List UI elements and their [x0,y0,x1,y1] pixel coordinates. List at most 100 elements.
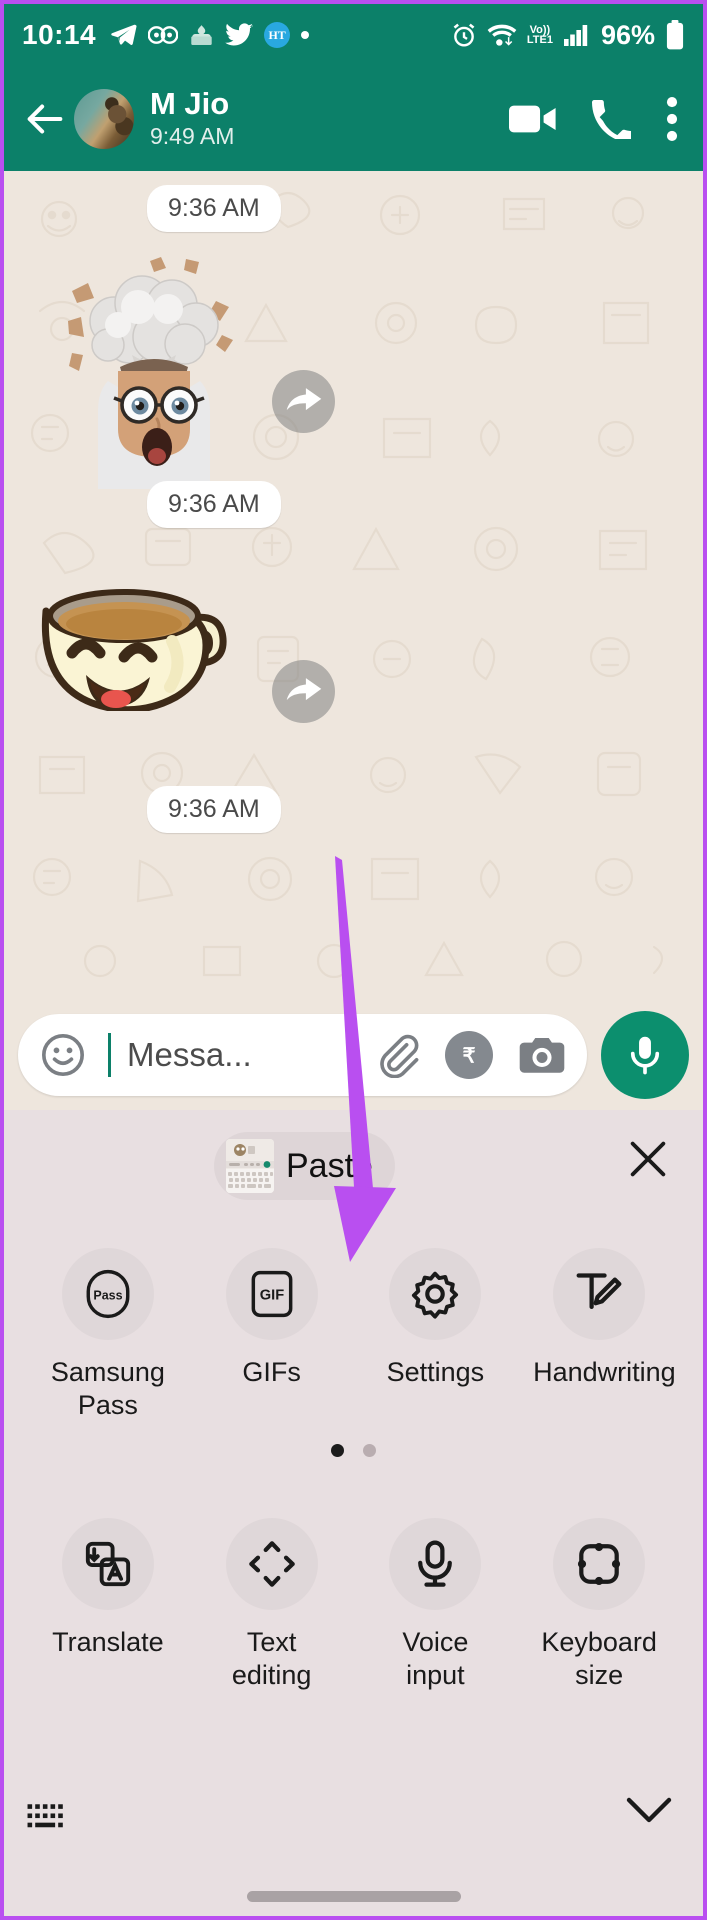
handwriting-icon [576,1273,622,1310]
status-bar-time: 10:14 [22,19,97,50]
contact-status: 9:49 AM [150,123,235,149]
voice-input-icon [418,1540,453,1587]
keyboard-panel-footer [4,1790,703,1860]
telegram-icon [111,24,137,45]
message-input-bar: Messa... ₹ [4,1000,703,1110]
collapse-keyboard-button[interactable] [623,1790,675,1835]
voice-record-button[interactable] [601,1011,689,1099]
keyboard-toolbar-grid: Pass Samsung Pass GIF GIFs Settings Hand… [4,1222,703,1692]
more-options-icon[interactable] [665,96,679,141]
attachment-icon[interactable] [375,1032,421,1078]
toolbar-item-voice-input[interactable]: Voice input [354,1518,518,1692]
forward-icon [286,677,321,700]
text-editing-icon-wrap [226,1518,318,1610]
text-cursor [108,1033,111,1077]
toolbar-item-settings[interactable]: Settings [354,1248,518,1422]
mosque-app-icon [191,24,212,45]
volte-bottom-label: LTE1 [526,34,553,46]
samsung-pass-icon-wrap: Pass [62,1248,154,1340]
toolbar-item-label: Handwriting [533,1357,676,1387]
emoji-icon[interactable] [40,1032,86,1078]
text-editing-icon [248,1541,295,1587]
microphone-icon [630,1036,660,1075]
toolbar-item-label: Keyboard size [541,1627,657,1690]
paste-label: Paste [286,1146,373,1185]
battery-percent-label: 96% [600,19,655,50]
phone-screen: 10:14 HT Vo)) LTE1 96% M Jio 9:49 AM 9:3… [4,4,703,1916]
gear-icon [412,1271,459,1319]
message-input-pill[interactable]: Messa... ₹ [18,1014,587,1096]
camera-icon[interactable] [519,1034,565,1076]
keyboard-button[interactable] [26,1798,72,1837]
chat-header-text[interactable]: M Jio 9:49 AM [150,86,234,151]
status-bar-notification-icons: HT [109,21,310,49]
clipboard-suggestion-row: Paste [4,1110,703,1222]
translate-icon-wrap [62,1518,154,1610]
rupee-payment-icon[interactable]: ₹ [445,1031,493,1079]
keyboard-toolbar-panel: Paste Pass Samsung Pass GIF GIFs Setting… [4,1110,703,1916]
svg-text:₹: ₹ [462,1045,475,1068]
keyboard-size-icon [578,1542,621,1586]
wifi-icon [487,24,517,46]
keyboard-toolbar-row: Pass Samsung Pass GIF GIFs Settings Hand… [26,1248,681,1422]
google-voice-icon [148,26,179,44]
alarm-icon [453,23,475,47]
page-dot[interactable] [363,1444,376,1457]
close-icon [630,1141,666,1177]
page-dot-active[interactable] [331,1444,344,1457]
arrow-left-icon [27,104,63,133]
chevron-down-icon [626,1797,672,1823]
handwriting-icon-wrap [553,1248,645,1340]
toolbar-item-label: Text editing [231,1627,312,1690]
samsung-pass-icon: Pass [86,1269,130,1319]
status-bar-system-icons: Vo)) LTE1 96% [451,20,685,51]
toolbar-item-label: GIFs [242,1357,301,1387]
signal-bars-icon [563,25,588,46]
message-timestamp: 9:36 AM [147,185,281,232]
message-timestamp: 9:36 AM [147,786,281,833]
clipboard-screenshot-thumbnail [226,1139,274,1193]
gear-icon-wrap [389,1248,481,1340]
keyboard-icon [27,1804,63,1828]
avatar[interactable] [74,88,134,149]
gif-icon: GIF [251,1270,293,1318]
toolbar-item-label: Translate [52,1627,164,1657]
toolbar-item-text-editing[interactable]: Text editing [190,1518,354,1692]
volte-icon: Vo)) LTE1 [526,25,553,46]
toolbar-item-translate[interactable]: Translate [26,1518,190,1692]
translate-icon [85,1541,130,1587]
message-input[interactable]: Messa... [127,1036,367,1074]
page-indicator-dots [4,1444,703,1457]
voice-call-icon[interactable] [591,99,631,139]
forward-message-button[interactable] [272,660,335,723]
keyboard-toolbar-row: Translate Text editing Voice input Keybo… [26,1518,681,1692]
paste-chip[interactable]: Paste [214,1132,395,1200]
toolbar-item-gifs[interactable]: GIF GIFs [190,1248,354,1422]
gesture-navigation-bar[interactable] [246,1891,461,1902]
mind-blown-memoji-sticker[interactable] [46,249,261,489]
ht-news-icon: HT [264,22,291,48]
toolbar-item-handwriting[interactable]: Handwriting [517,1248,681,1422]
happy-coffee-cup-sticker[interactable] [32,571,252,711]
gif-icon-wrap: GIF [226,1248,318,1340]
chat-header: M Jio 9:49 AM [4,66,703,171]
forward-message-button[interactable] [272,370,335,433]
video-call-icon[interactable] [509,102,557,136]
twitter-icon [225,23,254,46]
notification-dot-icon [301,31,310,39]
close-button[interactable] [625,1136,671,1182]
row-spacer [26,1422,681,1518]
status-bar: 10:14 HT Vo)) LTE1 96% [4,4,703,66]
keyboard-size-icon-wrap [553,1518,645,1610]
toolbar-item-label: Samsung Pass [50,1357,165,1420]
forward-icon [286,387,321,410]
back-button[interactable] [22,96,68,142]
toolbar-item-keyboard-size[interactable]: Keyboard size [517,1518,681,1692]
chat-message-list[interactable]: 9:36 AM 9:36 AM 9:36 AM [4,171,703,1000]
message-timestamp: 9:36 AM [147,481,281,528]
contact-name: M Jio [150,86,230,121]
toolbar-item-samsung-pass[interactable]: Pass Samsung Pass [26,1248,190,1422]
svg-text:Pass: Pass [93,1288,122,1302]
voice-input-icon-wrap [389,1518,481,1610]
battery-icon [666,20,684,50]
